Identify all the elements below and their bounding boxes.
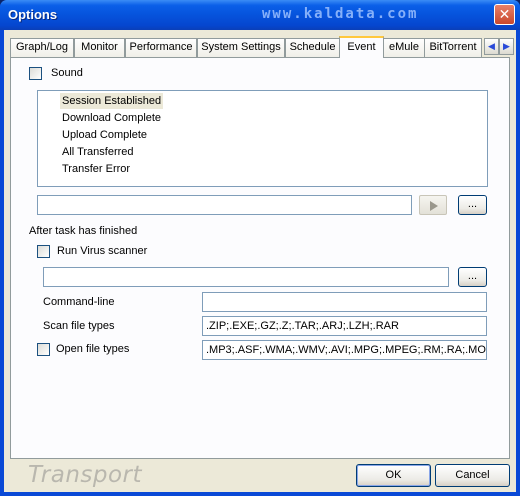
tab-event[interactable]: Event [339, 36, 384, 58]
scan-file-types-label: Scan file types [43, 320, 115, 332]
tab-emule[interactable]: eMule [383, 38, 425, 57]
sound-checkbox[interactable] [29, 67, 42, 80]
tab-scroll-buttons: ◀ ▶ [484, 38, 514, 55]
list-item[interactable]: Upload Complete [60, 127, 149, 143]
list-item[interactable]: Transfer Error [60, 161, 132, 177]
list-item[interactable]: Session Established [60, 93, 164, 109]
tab-performance[interactable]: Performance [125, 38, 197, 57]
run-virus-scanner-label: Run Virus scanner [57, 245, 148, 257]
watermark-text: www.kaldata.com [262, 6, 419, 22]
browse-sound-button[interactable]: ... [458, 195, 487, 215]
title-bar[interactable]: Options www.kaldata.com ✕ [0, 0, 520, 30]
close-button[interactable]: ✕ [494, 4, 515, 25]
tab-graph-log[interactable]: Graph/Log [10, 38, 74, 57]
scan-file-types-field[interactable]: .ZIP;.EXE;.GZ;.Z;.TAR;.ARJ;.LZH;.RAR [202, 316, 487, 336]
window-title: Options [8, 7, 58, 22]
scroll-right-icon[interactable]: ▶ [499, 38, 514, 55]
open-file-types-label: Open file types [56, 343, 130, 355]
open-file-types-checkbox[interactable] [37, 343, 50, 356]
sound-label: Sound [51, 67, 83, 79]
close-icon: ✕ [498, 6, 511, 22]
scroll-left-icon[interactable]: ◀ [484, 38, 499, 55]
browse-scanner-button[interactable]: ... [458, 267, 487, 287]
open-file-types-field[interactable]: .MP3;.ASF;.WMA;.WMV;.AVI;.MPG;.MPEG;.RM;… [202, 340, 487, 360]
sound-file-field[interactable] [37, 195, 412, 215]
command-line-label: Command-line [43, 296, 115, 308]
list-item[interactable]: All Transferred [60, 144, 136, 160]
event-list[interactable]: Session Established Download Complete Up… [37, 90, 488, 187]
after-task-heading: After task has finished [29, 225, 138, 237]
play-icon [430, 201, 438, 211]
play-sound-button[interactable] [419, 195, 447, 215]
options-dialog: Options www.kaldata.com ✕ Graph/Log Moni… [0, 0, 520, 496]
dialog-client-area: Graph/Log Monitor Performance System Set… [4, 30, 516, 492]
cancel-button[interactable]: Cancel [435, 464, 510, 487]
ok-button[interactable]: OK [356, 464, 431, 487]
tab-system-settings[interactable]: System Settings [197, 38, 285, 57]
run-virus-scanner-checkbox[interactable] [37, 245, 50, 258]
scanner-path-field[interactable] [43, 267, 449, 287]
list-item[interactable]: Download Complete [60, 110, 163, 126]
event-tab-panel: Sound Session Established Download Compl… [10, 57, 510, 459]
command-line-field[interactable] [202, 292, 487, 312]
tab-strip: Graph/Log Monitor Performance System Set… [10, 36, 514, 58]
tab-bittorrent[interactable]: BitTorrent [424, 38, 482, 57]
tab-schedule[interactable]: Schedule [285, 38, 340, 57]
transport-logo: Transport [28, 462, 143, 488]
tab-monitor[interactable]: Monitor [74, 38, 125, 57]
